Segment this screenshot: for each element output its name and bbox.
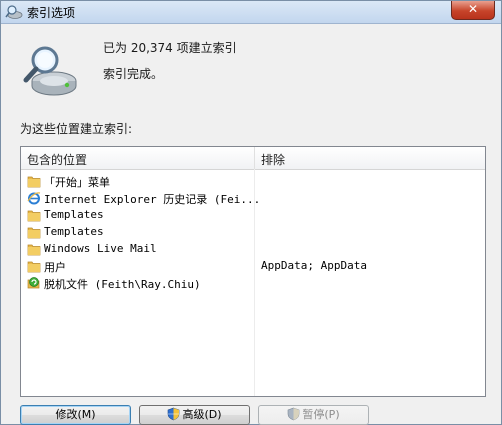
list-item[interactable]: 用户 AppData; AppData	[25, 258, 481, 275]
list-item[interactable]: 「开始」菜单	[25, 173, 481, 190]
locations-list[interactable]: 包含的位置 排除 「开始」菜单 Internet Explorer 历史记录 (…	[20, 146, 486, 397]
location-name: 「开始」菜单	[44, 176, 110, 189]
ie-icon	[27, 192, 41, 205]
location-exclude: AppData; AppData	[261, 259, 367, 272]
list-item[interactable]: 脱机文件 (Feith\Ray.Chiu)	[25, 275, 481, 292]
sync-icon	[27, 277, 40, 289]
list-item[interactable]: Templates	[25, 207, 481, 224]
magnifier-drive-icon	[23, 46, 77, 96]
window-title: 索引选项	[27, 6, 76, 20]
list-item[interactable]: Windows Live Mail	[25, 241, 481, 258]
location-name: Templates	[44, 225, 104, 238]
advanced-button-label: 高级(D)	[182, 408, 222, 421]
folder-icon	[27, 176, 41, 188]
index-status-text: 索引完成。	[103, 67, 164, 81]
pause-button[interactable]: 暂停(P)	[258, 405, 369, 425]
location-name: 脱机文件 (Feith\Ray.Chiu)	[44, 278, 201, 291]
list-item[interactable]: Internet Explorer 历史记录 (Fei...	[25, 190, 481, 207]
locations-label: 为这些位置建立索引:	[20, 122, 133, 136]
column-header-exclude[interactable]: 排除	[261, 151, 285, 168]
title-bar[interactable]: 索引选项 ✕	[1, 1, 501, 24]
folder-icon	[27, 261, 41, 273]
pause-button-label: 暂停(P)	[302, 408, 340, 421]
shield-icon	[288, 407, 300, 421]
location-name: Templates	[44, 208, 104, 221]
list-header: 包含的位置 排除	[21, 147, 485, 170]
shield-icon	[168, 407, 180, 421]
column-header-included[interactable]: 包含的位置	[27, 151, 87, 168]
folder-icon	[27, 227, 41, 239]
list-item[interactable]: Templates	[25, 224, 481, 241]
advanced-button[interactable]: 高级(D)	[139, 405, 250, 425]
folder-icon	[27, 244, 41, 256]
magnifier-drive-icon	[5, 5, 23, 19]
close-button[interactable]: ✕	[451, 1, 495, 20]
location-name: Windows Live Mail	[44, 242, 157, 255]
location-name: 用户	[44, 261, 66, 274]
location-name: Internet Explorer 历史记录 (Fei...	[44, 193, 261, 206]
column-divider[interactable]	[254, 147, 255, 169]
indexed-count-text: 已为 20,374 项建立索引	[103, 41, 237, 55]
folder-icon	[27, 210, 41, 222]
modify-button[interactable]: 修改(M)	[20, 405, 131, 425]
indexing-options-window: 索引选项 ✕ 已为 20,374 项建立索引 索引完成。 为这些位置建立索引: …	[0, 0, 502, 425]
